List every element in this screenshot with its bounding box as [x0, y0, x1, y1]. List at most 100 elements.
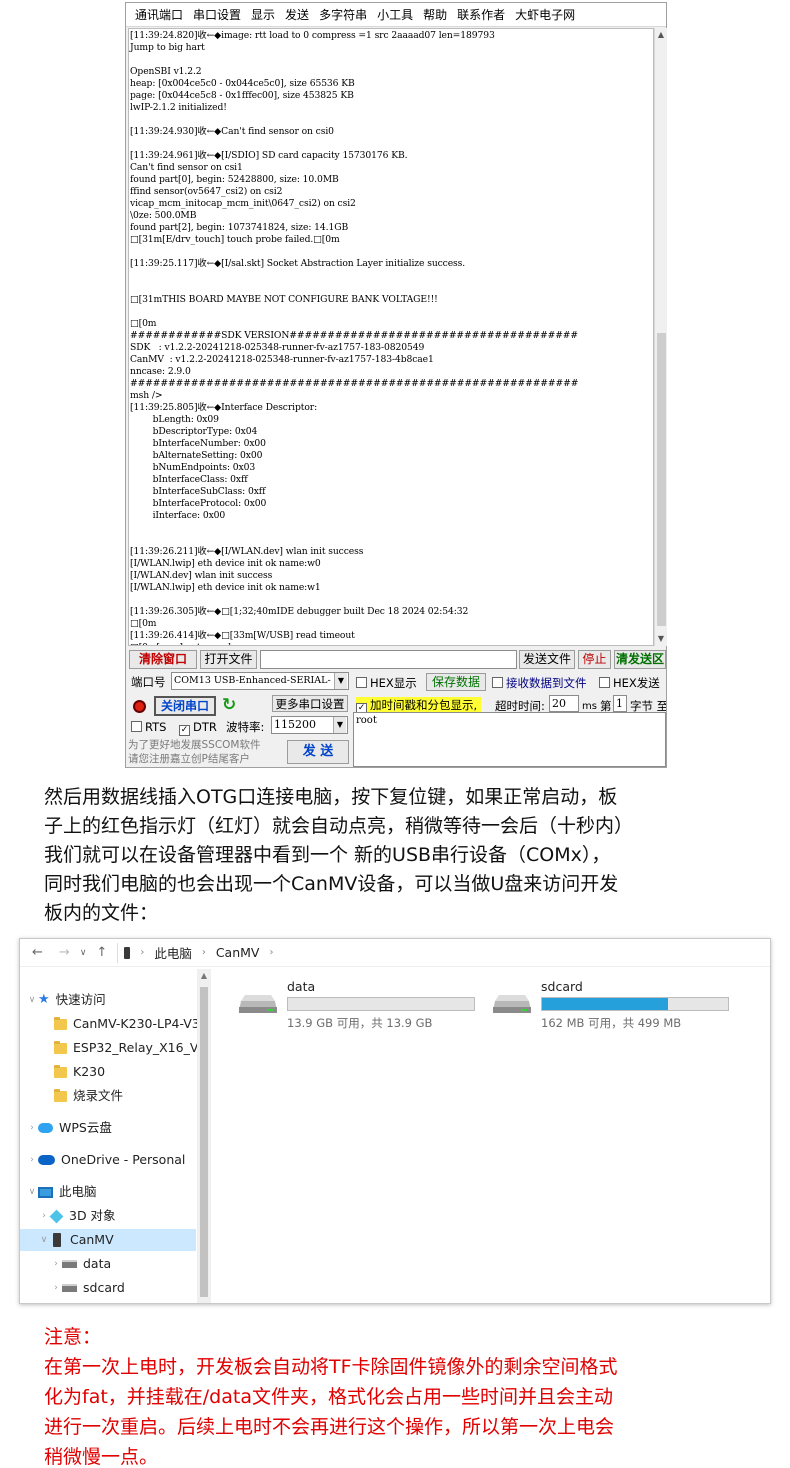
receive-terminal[interactable]: [11:39:24.820]收←◆image: rtt load to 0 co… [128, 28, 654, 646]
nav-canmv[interactable]: ∨ CanMV [20, 1229, 196, 1251]
back-arrow-icon[interactable]: ← [32, 945, 43, 960]
nth-input[interactable]: 1 [613, 695, 627, 712]
recent-chevron-icon[interactable]: ∨ [80, 948, 87, 958]
breadcrumb-canmv[interactable]: CanMV [216, 945, 260, 960]
promo-line-2: 请您注册嘉立创P结尾客户 [128, 753, 250, 765]
nav-folder-burn-files[interactable]: 烧录文件 [20, 1085, 196, 1107]
breadcrumb-chevron-icon[interactable]: › [269, 947, 273, 958]
folder-icon [54, 1040, 67, 1054]
menu-comm-port[interactable]: 通讯端口 [130, 3, 188, 27]
chevron-down-icon[interactable]: ▼ [333, 717, 346, 733]
nav-folder-esp32[interactable]: ESP32_Relay_X16_V1. [20, 1037, 210, 1059]
terminal-scrollbar[interactable]: ▲ ▼ [654, 28, 667, 646]
scroll-down-icon[interactable]: ▼ [655, 632, 667, 646]
breadcrumb-this-pc[interactable]: 此电脑 [154, 943, 192, 962]
promo-line-1: 为了更好地发展SSCOM软件 [128, 739, 261, 751]
checkbox-icon [492, 677, 503, 688]
clear-send-button[interactable]: 清发送区 [614, 650, 666, 669]
drive-usage-fill [542, 998, 668, 1010]
baud-value: 115200 [274, 718, 316, 731]
scroll-up-icon[interactable]: ▲ [655, 28, 667, 42]
menu-send[interactable]: 发送 [280, 3, 314, 27]
nav-sdcard-drive[interactable]: › sdcard [20, 1277, 196, 1299]
nav-wps-cloud[interactable]: › WPS云盘 [20, 1117, 196, 1139]
send-input[interactable]: root [353, 712, 666, 767]
checkbox-icon [131, 721, 142, 732]
intro-line-4: 同时我们电脑的也会出现一个CanMV设备，可以当做U盘来访问开发 [44, 873, 619, 895]
scroll-thumb[interactable] [657, 333, 666, 626]
nav-folder-k230[interactable]: K230 [20, 1061, 196, 1083]
more-port-settings-button[interactable]: 更多串口设置 [272, 695, 348, 712]
star-icon: ★ [38, 992, 50, 1007]
hex-display-checkbox[interactable]: HEX显示 [356, 675, 417, 691]
chevron-down-icon[interactable]: ∨ [26, 1181, 38, 1203]
chevron-right-icon[interactable]: › [50, 1277, 62, 1299]
nav-label: 此电脑 [59, 1184, 97, 1199]
send-file-button[interactable]: 发送文件 [519, 650, 575, 669]
sscom-window: 通讯端口 串口设置 显示 发送 多字符串 小工具 帮助 联系作者 大虾电子网 [… [125, 2, 667, 768]
rts-checkbox[interactable]: RTS [131, 719, 166, 735]
nav-quick-access[interactable]: ∨ ★ 快速访问 [20, 989, 196, 1011]
checkbox-icon [356, 677, 367, 688]
menu-display[interactable]: 显示 [246, 3, 280, 27]
chevron-right-icon[interactable]: › [50, 1253, 62, 1275]
menu-daxia-site[interactable]: 大虾电子网 [510, 3, 580, 27]
intro-line-5: 板内的文件： [44, 902, 159, 924]
refresh-icon[interactable]: ↻ [222, 696, 240, 714]
port-value: COM13 USB-Enhanced-SERIAL- [174, 675, 331, 686]
drive-tile-sdcard[interactable]: sdcard 162 MB 可用，共 499 MB [491, 979, 731, 1039]
file-path-input[interactable] [260, 650, 517, 669]
folder-icon [54, 1088, 67, 1102]
baud-label: 波特率: [226, 720, 265, 734]
menu-tools[interactable]: 小工具 [372, 3, 418, 27]
nav-label: 烧录文件 [73, 1088, 124, 1103]
note-line-1: 在第一次上电时，开发板会自动将TF卡除固件镜像外的剩余空间格式 [44, 1356, 618, 1378]
menu-bar: 通讯端口 串口设置 显示 发送 多字符串 小工具 帮助 联系作者 大虾电子网 [126, 3, 666, 27]
onedrive-icon [38, 1155, 55, 1165]
clear-window-button[interactable]: 清除窗口 [129, 650, 197, 669]
drive-icon [62, 1260, 77, 1268]
send-button[interactable]: 发 送 [287, 740, 349, 764]
drive-usage-bar [541, 997, 729, 1011]
nav-data-drive[interactable]: › data [20, 1253, 196, 1275]
drive-icon [62, 1284, 77, 1292]
forward-arrow-icon[interactable]: → [59, 945, 70, 960]
note-block: 注意： 在第一次上电时，开发板会自动将TF卡除固件镜像外的剩余空间格式 化为fa… [44, 1322, 618, 1468]
nav-label: WPS云盘 [59, 1120, 112, 1135]
wps-cloud-icon [38, 1123, 53, 1133]
menu-multi-string[interactable]: 多字符串 [314, 3, 372, 27]
chevron-down-icon[interactable]: ∨ [38, 1229, 50, 1251]
menu-contact-author[interactable]: 联系作者 [452, 3, 510, 27]
nav-3d-objects[interactable]: › 3D 对象 [20, 1205, 196, 1227]
save-data-button[interactable]: 保存数据 [426, 673, 486, 691]
nav-this-pc[interactable]: ∨ 此电脑 [20, 1181, 196, 1203]
dtr-checkbox[interactable]: ✓ DTR [179, 719, 217, 736]
nav-label: CanMV [70, 1232, 114, 1247]
up-arrow-icon[interactable]: ↑ [96, 945, 107, 960]
navigation-pane: ∨ ★ 快速访问 CanMV-K230-LP4-V3 ESP32_Relay_X… [20, 967, 214, 1303]
chevron-down-icon[interactable]: ▼ [334, 673, 347, 689]
baud-select[interactable]: 115200 ▼ [271, 716, 348, 734]
hex-send-checkbox[interactable]: HEX发送 [599, 675, 660, 691]
nav-folder-canmv-k230[interactable]: CanMV-K230-LP4-V3 [20, 1013, 200, 1035]
menu-help[interactable]: 帮助 [418, 3, 452, 27]
port-select[interactable]: COM13 USB-Enhanced-SERIAL- ▼ [171, 672, 349, 690]
scroll-thumb[interactable] [200, 987, 208, 1297]
nav-scrollbar[interactable]: ▲ [197, 969, 211, 1303]
chevron-right-icon[interactable]: › [26, 1149, 38, 1171]
recv-to-file-checkbox[interactable]: 接收数据到文件 [492, 675, 587, 691]
chevron-down-icon[interactable]: ∨ [26, 989, 38, 1011]
stop-button[interactable]: 停止 [578, 650, 611, 669]
checkbox-checked-icon: ✓ [179, 725, 190, 736]
nav-label: OneDrive - Personal [61, 1152, 186, 1167]
timeout-input[interactable]: 20 [549, 695, 579, 712]
menu-port-settings[interactable]: 串口设置 [188, 3, 246, 27]
chevron-right-icon[interactable]: › [26, 1117, 38, 1139]
scroll-up-icon[interactable]: ▲ [197, 971, 211, 980]
nav-onedrive[interactable]: › OneDrive - Personal [20, 1149, 196, 1171]
open-file-button[interactable]: 打开文件 [200, 650, 257, 669]
drive-tile-data[interactable]: data 13.9 GB 可用，共 13.9 GB [237, 979, 477, 1039]
drive-icon [493, 995, 531, 1013]
close-port-button[interactable]: 关闭串口 [154, 696, 216, 716]
device-icon [53, 1233, 61, 1247]
